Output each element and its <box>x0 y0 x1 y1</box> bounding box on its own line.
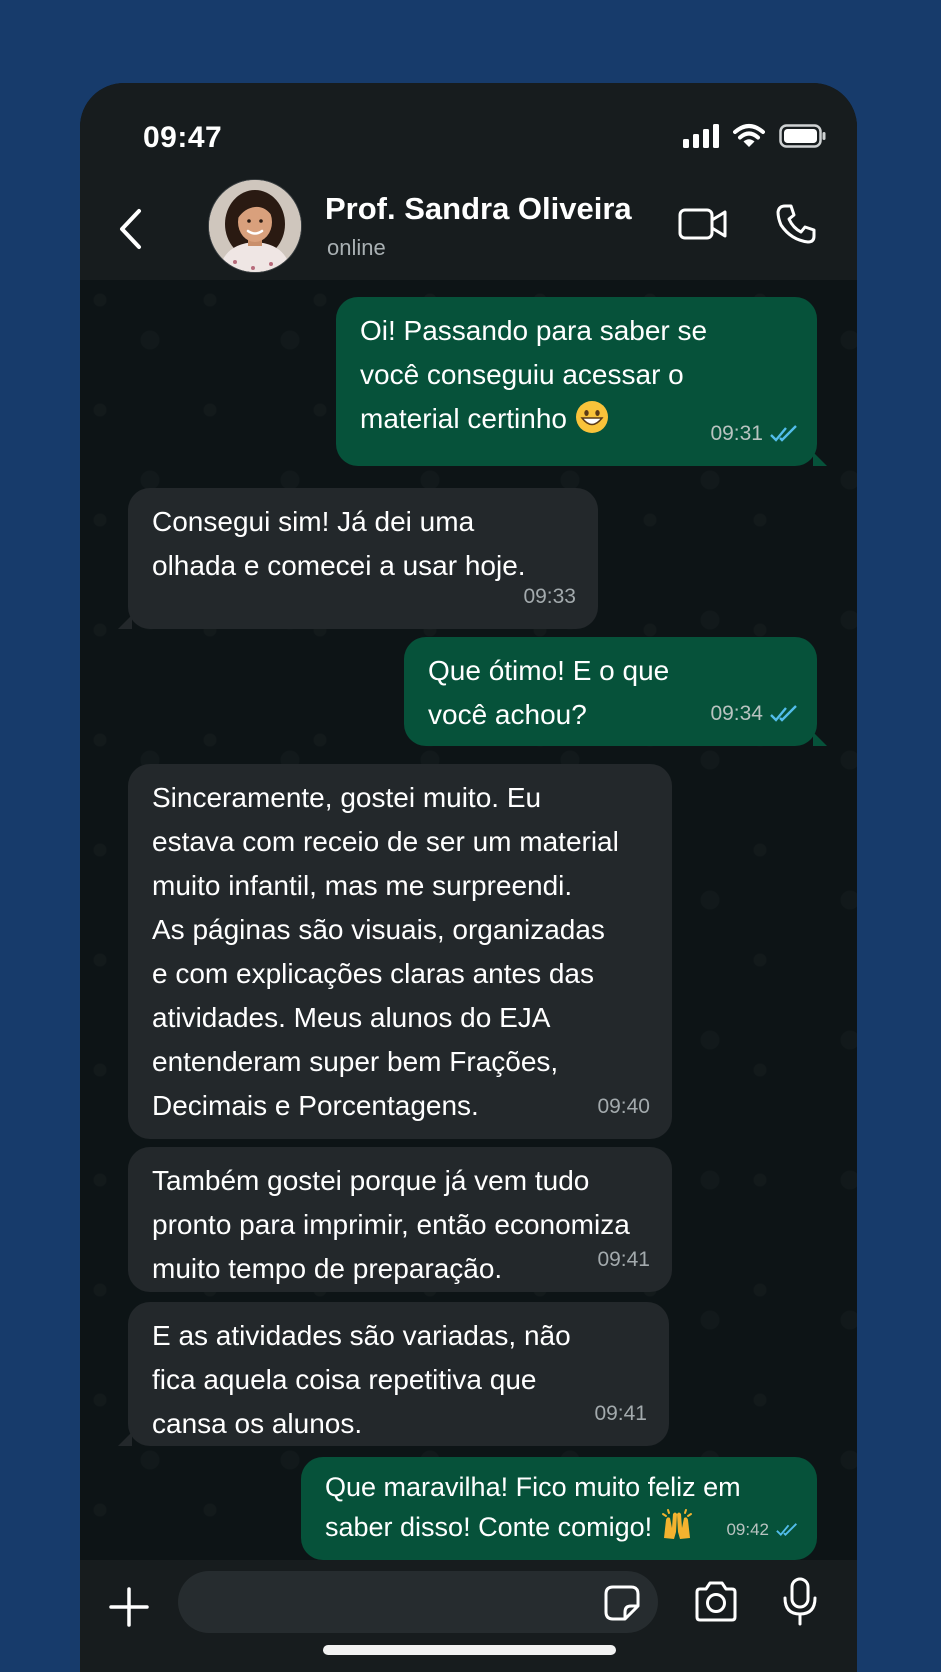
phone-frame: 09:47 Prof. Sandra Oliveira online Oi! P… <box>80 83 857 1672</box>
camera-icon <box>695 1581 737 1622</box>
status-time: 09:47 <box>143 121 223 154</box>
message-bubble-incoming[interactable]: Também gostei porque já vem tudo pronto … <box>128 1147 672 1292</box>
signal-icon <box>683 124 719 148</box>
contact-avatar[interactable] <box>208 179 302 273</box>
message-meta: 09:40 <box>597 1085 650 1129</box>
message-meta: 09:31 <box>710 412 799 456</box>
message-bubble-incoming[interactable]: E as atividades são variadas, não fica a… <box>118 1302 669 1446</box>
message-meta: 09:41 <box>597 1238 650 1282</box>
message-time: 09:34 <box>710 702 763 725</box>
message-meta: 09:33 <box>523 575 576 619</box>
voice-message-button[interactable] <box>780 1576 820 1628</box>
read-receipt-icon <box>770 705 797 722</box>
camera-button[interactable] <box>692 1580 740 1624</box>
message-bubble-incoming[interactable]: Consegui sim! Já dei uma olhada e comece… <box>118 488 598 629</box>
back-button[interactable] <box>110 201 150 257</box>
message-time: 09:40 <box>597 1095 650 1118</box>
message-bubble-outgoing[interactable]: Que maravilha! Fico muito feliz em saber… <box>301 1457 817 1560</box>
read-receipt-icon <box>776 1523 797 1537</box>
message-input[interactable] <box>178 1571 658 1633</box>
status-icons <box>683 123 827 149</box>
phone-icon <box>776 204 816 244</box>
battery-icon <box>779 124 826 148</box>
avatar-portrait <box>209 180 301 272</box>
contact-name[interactable]: Prof. Sandra Oliveira <box>325 191 632 227</box>
attach-button[interactable] <box>106 1584 152 1630</box>
voice-call-button[interactable] <box>768 199 824 249</box>
message-composer <box>80 1560 857 1672</box>
message-meta: 09:41 <box>594 1392 647 1436</box>
message-text: Também gostei porque já vem tudo pronto … <box>152 1165 630 1284</box>
message-bubble-outgoing[interactable]: Oi! Passando para saber se você consegui… <box>336 297 827 466</box>
read-receipt-icon <box>770 425 797 442</box>
bubble-tail <box>813 452 827 466</box>
message-time: 09:41 <box>597 1248 650 1271</box>
status-bar: 09:47 <box>80 83 857 179</box>
video-camera-icon <box>678 208 727 240</box>
microphone-icon <box>783 1577 817 1626</box>
bubble-tail <box>118 1432 132 1446</box>
message-bubble-incoming[interactable]: Sinceramente, gostei muito. Eu estava co… <box>128 764 672 1139</box>
video-call-button[interactable] <box>675 199 731 249</box>
message-time: 09:33 <box>523 585 576 608</box>
raising-hands-emoji-icon <box>661 1509 692 1539</box>
message-text: Que maravilha! Fico muito feliz em saber… <box>325 1472 741 1542</box>
presence-status: online <box>327 235 386 260</box>
chevron-left-icon <box>120 209 141 249</box>
sticker-icon <box>604 1585 640 1621</box>
message-list[interactable]: Oi! Passando para saber se você consegui… <box>80 280 857 1560</box>
chat-header: Prof. Sandra Oliveira online <box>80 179 857 280</box>
home-indicator[interactable] <box>323 1645 616 1655</box>
plus-icon <box>109 1587 149 1627</box>
bubble-tail <box>118 615 132 629</box>
message-text: Consegui sim! Já dei uma olhada e comece… <box>152 506 526 581</box>
message-text: E as atividades são variadas, não fica a… <box>152 1320 571 1439</box>
grinning-face-emoji-icon <box>575 401 608 433</box>
wifi-icon <box>733 124 765 147</box>
message-time: 09:41 <box>594 1402 647 1425</box>
message-time: 09:31 <box>710 422 763 445</box>
message-meta: 09:34 <box>710 692 799 736</box>
message-text: Sinceramente, gostei muito. Eu estava co… <box>152 782 619 1121</box>
message-bubble-outgoing[interactable]: Que ótimo! E o que você achou? 09:34 <box>404 637 827 746</box>
sticker-button[interactable] <box>603 1584 641 1622</box>
bubble-tail <box>813 732 827 746</box>
message-time: 09:42 <box>726 1520 769 1539</box>
message-meta: 09:42 <box>726 1510 799 1550</box>
